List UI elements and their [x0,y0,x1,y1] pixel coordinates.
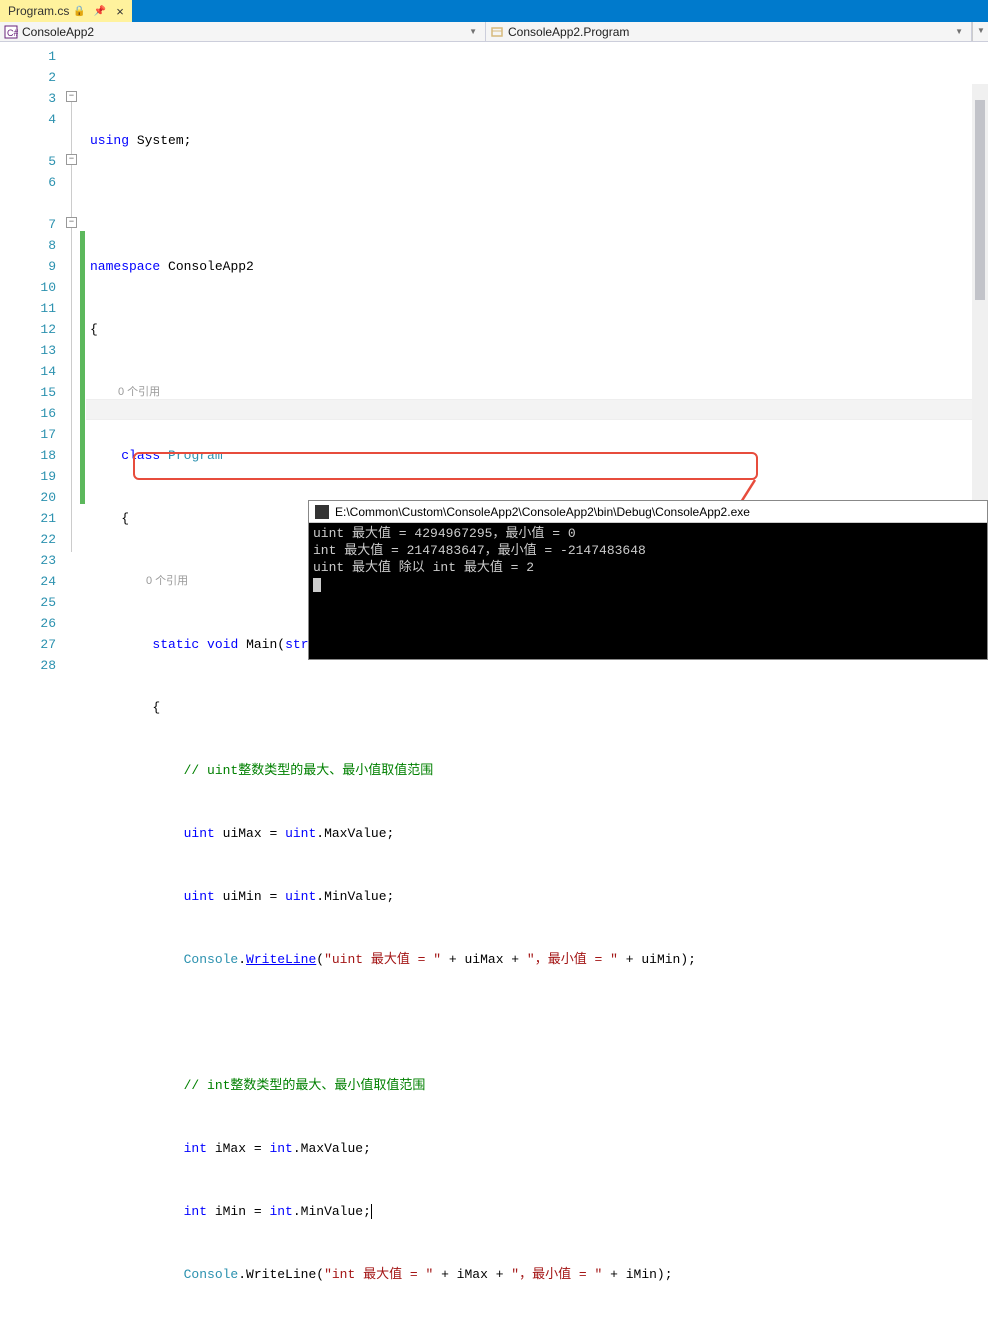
nav-class-text: ConsoleApp2.Program [508,25,629,39]
line-number: 17 [0,424,56,445]
line-number: 7 [0,214,56,235]
fold-toggle[interactable]: − [66,217,77,228]
line-number: 25 [0,592,56,613]
class-icon [490,25,504,39]
svg-text:C#: C# [7,28,18,38]
line-number: 26 [0,613,56,634]
code-line [90,1012,988,1033]
code-line: { [90,319,988,340]
line-number: 10 [0,277,56,298]
line-number: 15 [0,382,56,403]
line-number: 24 [0,571,56,592]
nav-project-text: ConsoleApp2 [22,25,94,39]
line-number: 23 [0,550,56,571]
line-number: 22 [0,529,56,550]
line-number: 4 [0,109,56,130]
code-line: // uint整数类型的最大、最小值取值范围 [90,760,988,781]
close-icon[interactable]: × [116,4,124,19]
chevron-down-icon: ▼ [973,26,988,35]
code-line: using System; [90,130,988,151]
code-line: { [90,697,988,718]
line-number: 8 [0,235,56,256]
line-number: 6 [0,172,56,193]
navigation-bar: C# ConsoleApp2 ▼ ConsoleApp2.Program ▼ ▼ [0,22,988,42]
line-number: 27 [0,634,56,655]
pin-icon[interactable]: 📌 [94,6,106,17]
chevron-down-icon: ▼ [951,27,967,36]
line-number: 11 [0,298,56,319]
console-title-text: E:\Common\Custom\ConsoleApp2\ConsoleApp2… [335,505,750,519]
line-number: 12 [0,319,56,340]
line-number: 1 [0,46,56,67]
line-number: 13 [0,340,56,361]
line-number: 3 [0,88,56,109]
chevron-down-icon: ▼ [465,27,481,36]
fold-toggle[interactable]: − [66,154,77,165]
line-number: 18 [0,445,56,466]
file-tab[interactable]: Program.cs 🔒 📌 × [0,0,132,22]
fold-column: − − − [66,42,80,660]
nav-class-dropdown[interactable]: ConsoleApp2.Program ▼ [486,22,972,41]
console-cursor [313,578,321,592]
csharp-project-icon: C# [4,25,18,39]
fold-toggle[interactable]: − [66,91,77,102]
line-number: 14 [0,361,56,382]
code-line: uint uiMin = uint.MinValue; [90,886,988,907]
line-number [0,193,56,214]
line-number: 20 [0,487,56,508]
line-number: 28 [0,655,56,676]
code-line [90,193,988,214]
change-added-marker [80,231,85,504]
nav-project-dropdown[interactable]: C# ConsoleApp2 ▼ [0,22,486,41]
code-line: class Program [90,445,988,466]
tab-bar: Program.cs 🔒 📌 × [0,0,988,22]
tab-filename: Program.cs [8,4,69,18]
line-number [0,130,56,151]
code-line: namespace ConsoleApp2 [90,256,988,277]
lock-icon: 🔒 [73,6,85,17]
console-output-window[interactable]: E:\Common\Custom\ConsoleApp2\ConsoleApp2… [308,500,988,660]
nav-member-dropdown[interactable]: ▼ [972,22,988,41]
console-app-icon [315,505,329,519]
code-line: Console.WriteLine("uint 最大值 = " + uiMax … [90,949,988,970]
text-cursor [371,1204,372,1219]
line-number: 9 [0,256,56,277]
console-output: uint 最大值 = 4294967295，最小值 = 0 int 最大值 = … [309,523,987,595]
code-line: int iMin = int.MinValue; [90,1201,988,1222]
line-number: 16 [0,403,56,424]
line-number: 19 [0,466,56,487]
line-number-gutter: 1 2 3 4 5 6 7 8 9 10 11 12 13 14 15 16 1… [0,42,66,660]
code-line: Console.WriteLine("int 最大值 = " + iMax + … [90,1264,988,1285]
code-line: int iMax = int.MaxValue; [90,1138,988,1159]
console-titlebar[interactable]: E:\Common\Custom\ConsoleApp2\ConsoleApp2… [309,501,987,523]
scrollbar-thumb[interactable] [975,100,985,300]
line-number: 5 [0,151,56,172]
line-number: 2 [0,67,56,88]
line-number: 21 [0,508,56,529]
code-line: uint uiMax = uint.MaxValue; [90,823,988,844]
codelens-references[interactable]: 0 个引用 [90,382,988,403]
code-line: // int整数类型的最大、最小值取值范围 [90,1075,988,1096]
